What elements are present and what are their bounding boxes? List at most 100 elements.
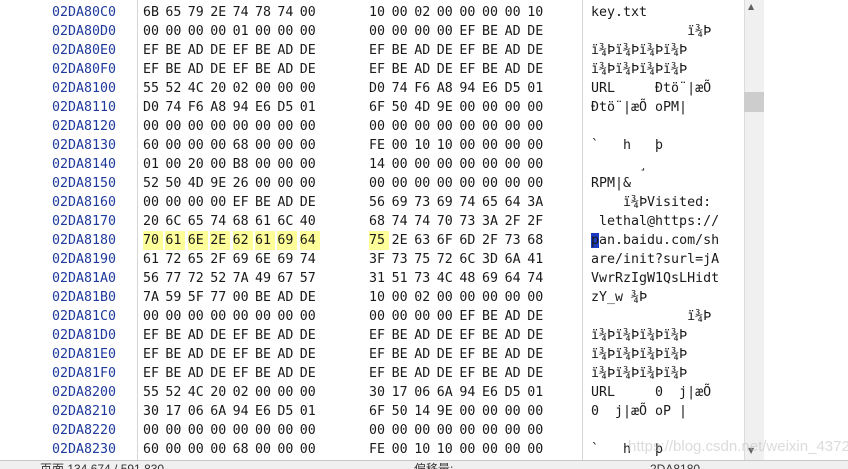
hex-byte[interactable]: 17: [165, 402, 185, 421]
hex-row[interactable]: 02DA8120 00 00 00 00 00 00 00 00 00 00 00 00 00 00 00 00: [0, 117, 744, 136]
hex-byte[interactable]: 00: [527, 288, 547, 307]
hex-byte[interactable]: 00: [300, 117, 320, 136]
hex-byte[interactable]: 4C: [188, 79, 208, 98]
hex-byte[interactable]: EF: [459, 307, 479, 326]
hex-byte[interactable]: 00: [437, 22, 457, 41]
hex-byte[interactable]: EF: [233, 193, 253, 212]
hex-byte[interactable]: 6A: [505, 250, 525, 269]
hex-byte[interactable]: AD: [414, 60, 434, 79]
hex-byte[interactable]: 00: [505, 288, 525, 307]
hex-byte[interactable]: 49: [255, 269, 275, 288]
hex-byte[interactable]: 6D: [459, 231, 479, 250]
ascii-text[interactable]: 0 j|æÕ oP |: [591, 402, 687, 421]
hex-byte[interactable]: EF: [459, 364, 479, 383]
hex-byte[interactable]: EF: [233, 364, 253, 383]
hex-byte[interactable]: 61: [165, 231, 186, 250]
hex-byte[interactable]: EF: [459, 326, 479, 345]
hex-byte[interactable]: BE: [482, 60, 502, 79]
hex-byte[interactable]: AD: [414, 345, 434, 364]
hex-byte[interactable]: BE: [392, 345, 412, 364]
hex-row[interactable]: 02DA8150 52 50 4D 9E 26 00 00 00 00 00 00 00 00 00 00 00…: [0, 174, 744, 193]
hex-byte[interactable]: 94: [233, 98, 253, 117]
hex-byte[interactable]: 00: [437, 288, 457, 307]
hex-byte[interactable]: 00: [459, 3, 479, 22]
hex-byte[interactable]: 00: [527, 155, 547, 174]
hex-byte[interactable]: AD: [188, 60, 208, 79]
hex-byte[interactable]: 00: [392, 117, 412, 136]
hex-byte[interactable]: AD: [505, 22, 525, 41]
hex-byte[interactable]: 61: [143, 250, 163, 269]
hex-byte[interactable]: 6A: [437, 383, 457, 402]
hex-byte[interactable]: 00: [437, 174, 457, 193]
hex-byte[interactable]: 00: [255, 174, 275, 193]
ascii-text[interactable]: ` h þ: [591, 136, 663, 155]
hex-byte[interactable]: 00: [392, 155, 412, 174]
hex-byte[interactable]: 74: [459, 193, 479, 212]
hex-byte[interactable]: DE: [210, 326, 230, 345]
hex-byte[interactable]: 64: [505, 193, 525, 212]
hex-byte[interactable]: 00: [505, 402, 525, 421]
hex-byte[interactable]: 00: [369, 421, 389, 440]
hex-byte[interactable]: E6: [255, 98, 275, 117]
hex-byte[interactable]: 02: [414, 3, 434, 22]
hex-byte[interactable]: 00: [300, 440, 320, 459]
hex-byte[interactable]: 6A: [210, 402, 230, 421]
hex-byte[interactable]: 64: [299, 231, 320, 250]
hex-byte[interactable]: 26: [233, 174, 253, 193]
hex-byte[interactable]: AD: [505, 307, 525, 326]
hex-byte[interactable]: 01: [527, 383, 547, 402]
hex-byte[interactable]: 6E: [255, 250, 275, 269]
hex-byte[interactable]: 69: [392, 193, 412, 212]
scroll-up-icon[interactable]: ▲: [748, 2, 754, 11]
hex-byte[interactable]: EF: [143, 326, 163, 345]
hex-byte[interactable]: AD: [505, 364, 525, 383]
hex-byte[interactable]: BE: [482, 326, 502, 345]
hex-byte[interactable]: 64: [505, 269, 525, 288]
hex-byte[interactable]: 52: [143, 174, 163, 193]
ascii-text[interactable]: ï¾­ÞVisited:: [591, 193, 711, 212]
hex-byte[interactable]: 69: [277, 250, 297, 269]
hex-byte[interactable]: 00: [527, 98, 547, 117]
hex-byte[interactable]: 10: [527, 3, 547, 22]
hex-byte[interactable]: B8: [233, 155, 253, 174]
hex-byte[interactable]: EF: [233, 41, 253, 60]
hex-byte[interactable]: 00: [300, 383, 320, 402]
hex-byte[interactable]: EF: [459, 22, 479, 41]
hex-byte[interactable]: 2F: [527, 212, 547, 231]
hex-byte[interactable]: 00: [482, 3, 502, 22]
hex-byte[interactable]: 00: [482, 421, 502, 440]
hex-byte[interactable]: 00: [165, 22, 185, 41]
hex-byte[interactable]: 00: [300, 307, 320, 326]
hex-byte[interactable]: 00: [505, 3, 525, 22]
hex-byte[interactable]: 10: [369, 3, 389, 22]
hex-byte[interactable]: 6C: [459, 250, 479, 269]
hex-byte[interactable]: DE: [300, 41, 320, 60]
hex-byte[interactable]: 00: [165, 117, 185, 136]
hex-byte[interactable]: EF: [233, 326, 253, 345]
hex-byte[interactable]: BE: [482, 307, 502, 326]
hex-byte[interactable]: 55: [143, 383, 163, 402]
hex-byte[interactable]: 57: [300, 269, 320, 288]
hex-byte[interactable]: AD: [188, 345, 208, 364]
hex-row[interactable]: 02DA8100 55 52 4C 20 02 00 00 00 D0 74 F6 A8 94 E6 D5 01…: [0, 79, 744, 98]
hex-row[interactable]: 02DA8210 30 17 06 6A 94 E6 D5 01 6F 50 14 9E 00 00 00 00…: [0, 402, 744, 421]
hex-byte[interactable]: DE: [437, 364, 457, 383]
hex-byte[interactable]: 00: [459, 288, 479, 307]
hex-byte[interactable]: EF: [143, 345, 163, 364]
hex-byte[interactable]: 72: [165, 250, 185, 269]
hex-byte[interactable]: 69: [277, 231, 298, 250]
hex-byte[interactable]: A8: [437, 79, 457, 98]
hex-byte[interactable]: 00: [143, 117, 163, 136]
hex-row[interactable]: 02DA8200 55 52 4C 20 02 00 00 00 30 17 06 6A 94 E6 D5 01…: [0, 383, 744, 402]
hex-byte[interactable]: EF: [459, 60, 479, 79]
hex-byte[interactable]: BE: [392, 364, 412, 383]
hex-byte[interactable]: BE: [482, 364, 502, 383]
hex-row[interactable]: 02DA81F0 EF BE AD DE EF BE AD DE EF BE AD DE EF BE AD DE…: [0, 364, 744, 383]
hex-byte[interactable]: 4D: [188, 174, 208, 193]
hex-row[interactable]: 02DA8190 61 72 65 2F 69 6E 69 74 3F 73 75 72 6C 3D 6A 41…: [0, 250, 744, 269]
hex-byte[interactable]: EF: [233, 60, 253, 79]
hex-byte[interactable]: DE: [527, 364, 547, 383]
hex-byte[interactable]: EF: [143, 41, 163, 60]
hex-byte[interactable]: 00: [392, 288, 412, 307]
hex-row[interactable]: 02DA80F0 EF BE AD DE EF BE AD DE EF BE AD DE EF BE AD DE…: [0, 60, 744, 79]
